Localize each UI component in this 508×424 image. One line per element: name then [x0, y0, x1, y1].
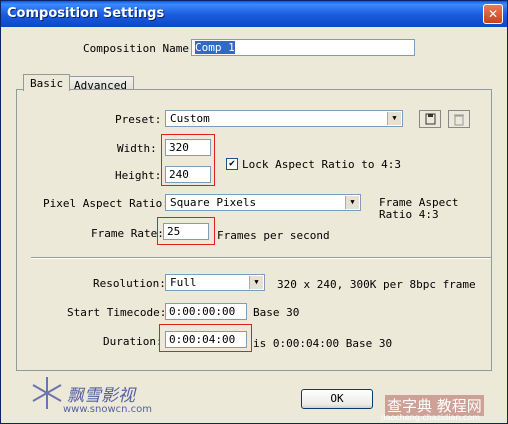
snowflake-logo: [32, 377, 62, 409]
save-preset-button[interactable]: [419, 110, 441, 128]
floppy-disk-icon: [425, 113, 436, 125]
start-timecode-label: Start Timecode:: [67, 306, 167, 319]
start-timecode-base: Base 30: [253, 306, 300, 319]
pixel-aspect-label: Pixel Aspect Ratio:: [43, 197, 169, 210]
close-icon[interactable]: ✕: [483, 4, 503, 24]
ok-button[interactable]: OK: [301, 389, 373, 409]
watermark-url: www.snowcn.com: [63, 404, 153, 415]
height-label: Height:: [115, 169, 162, 182]
frame-rate-input[interactable]: 25: [163, 223, 209, 240]
frame-aspect-line2: Ratio 4:3: [379, 208, 439, 221]
chevron-down-icon: ▼: [345, 196, 359, 209]
trash-icon: [454, 114, 464, 126]
height-input[interactable]: 240: [165, 166, 211, 183]
composition-settings-dialog: Composition Settings ✕ Composition Name:…: [0, 0, 508, 424]
duration-info: is 0:00:04:00 Base 30: [253, 337, 393, 350]
lock-aspect-label[interactable]: Lock Aspect Ratio to 4:3: [242, 158, 401, 171]
frame-rate-unit: Frames per second: [217, 229, 330, 242]
title-bar[interactable]: Composition Settings ✕: [1, 1, 507, 27]
resolution-dropdown[interactable]: Full ▼: [165, 274, 265, 291]
watermark-logo-text: 飘雪影视: [67, 386, 135, 406]
lock-aspect-checkbox[interactable]: ✔: [226, 158, 238, 170]
resolution-info: 320 x 240, 300K per 8bpc frame: [277, 278, 476, 291]
window-title: Composition Settings: [7, 6, 165, 21]
duration-label: Duration:: [103, 335, 163, 348]
width-input[interactable]: 320: [165, 139, 211, 156]
composition-name-label: Composition Name:: [83, 42, 196, 55]
pixel-aspect-dropdown[interactable]: Square Pixels ▼: [165, 194, 361, 211]
tab-basic[interactable]: Basic: [23, 74, 71, 91]
chevron-down-icon: ▼: [249, 276, 263, 289]
resolution-label: Resolution:: [93, 277, 166, 290]
composition-name-input[interactable]: Comp 1: [191, 39, 415, 56]
duration-input[interactable]: 0:00:04:00: [165, 331, 247, 348]
watermark-site-url: jiaocheng.chazidian.com: [381, 413, 481, 422]
frame-rate-label: Frame Rate:: [91, 227, 164, 240]
delete-preset-button[interactable]: [448, 110, 470, 128]
preset-dropdown[interactable]: Custom ▼: [165, 110, 403, 127]
chevron-down-icon: ▼: [387, 112, 401, 125]
start-timecode-input[interactable]: 0:00:00:00: [165, 303, 247, 320]
width-label: Width:: [117, 142, 157, 155]
preset-label: Preset:: [115, 113, 162, 126]
divider: [31, 257, 491, 259]
